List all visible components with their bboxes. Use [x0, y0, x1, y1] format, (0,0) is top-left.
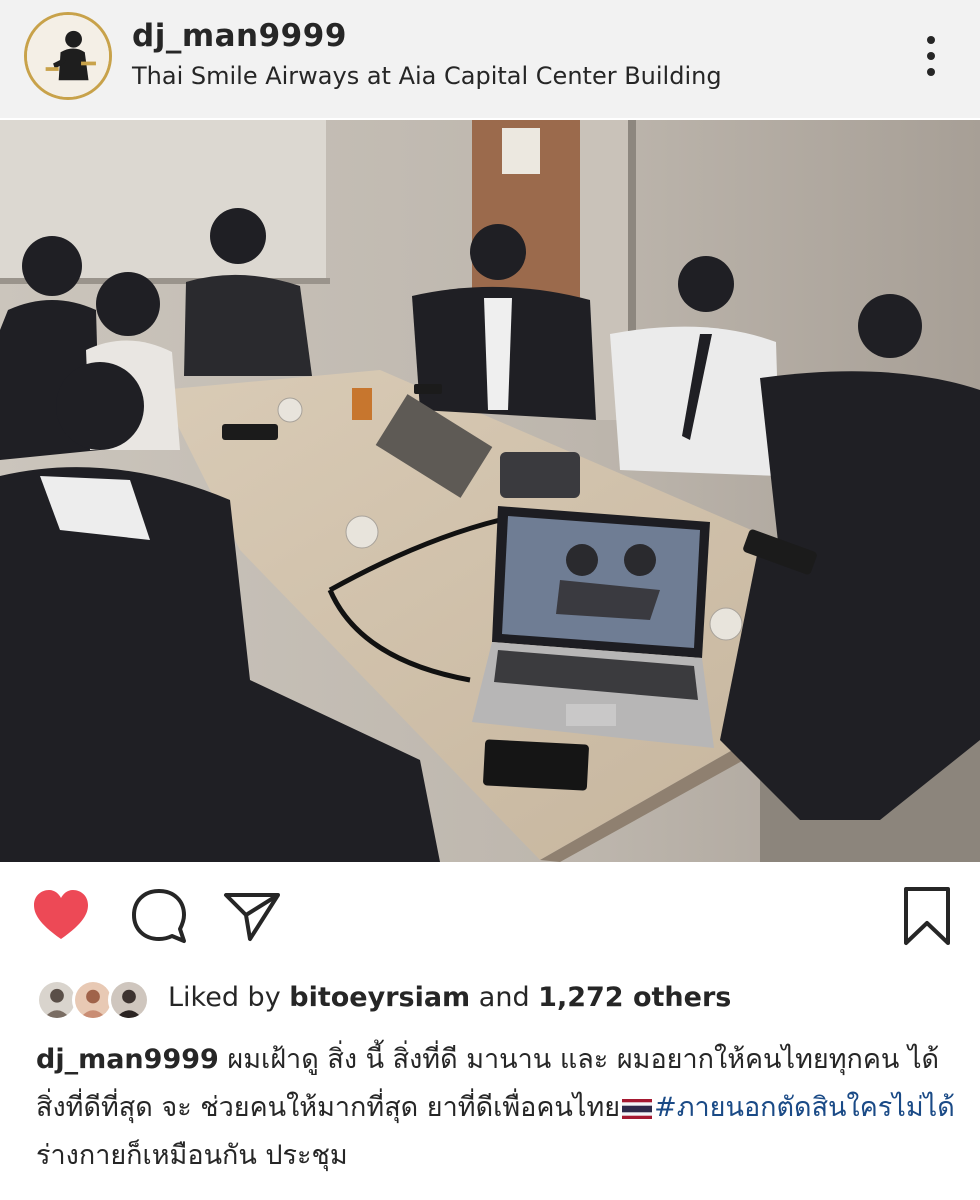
avatar-image: [27, 15, 109, 97]
post-caption: dj_man9999 ผมเฝ้าดู สิ่ง นี้ สิ่งที่ดี ม…: [36, 1036, 956, 1180]
heart-icon[interactable]: [30, 885, 92, 947]
profile-avatar[interactable]: [24, 12, 112, 100]
thailand-flag-icon: [622, 1098, 653, 1119]
likes-row: Liked by bitoeyrsiam and 1,272 others: [36, 978, 976, 1022]
liked-by-and: and: [470, 982, 539, 1013]
liked-by-prefix: Liked by: [168, 982, 290, 1013]
liked-by-avatars[interactable]: [36, 978, 152, 1022]
more-vertical-icon[interactable]: [914, 30, 948, 82]
caption-username[interactable]: dj_man9999: [36, 1044, 219, 1075]
caption-text-continued: ร่างกายก็เหมือนกัน ประชุม: [36, 1140, 348, 1171]
post-photo[interactable]: [0, 120, 980, 862]
likes-count[interactable]: 1,272 others: [538, 982, 731, 1013]
post-location[interactable]: Thai Smile Airways at Aia Capital Center…: [132, 62, 722, 90]
bookmark-icon[interactable]: [896, 885, 958, 947]
liked-by-text: Liked by bitoeyrsiam and 1,272 others: [168, 982, 731, 1013]
send-icon[interactable]: [220, 885, 282, 947]
post-header: dj_man9999 Thai Smile Airways at Aia Cap…: [0, 0, 980, 118]
caption-hashtag[interactable]: #ภายนอกตัดสินใครไม่ได้: [654, 1092, 955, 1123]
liked-by-user[interactable]: bitoeyrsiam: [289, 982, 470, 1013]
meeting-room-photo: [0, 120, 980, 862]
post-username[interactable]: dj_man9999: [132, 18, 347, 54]
comment-icon[interactable]: [128, 885, 190, 947]
liker-avatar: [108, 979, 150, 1021]
